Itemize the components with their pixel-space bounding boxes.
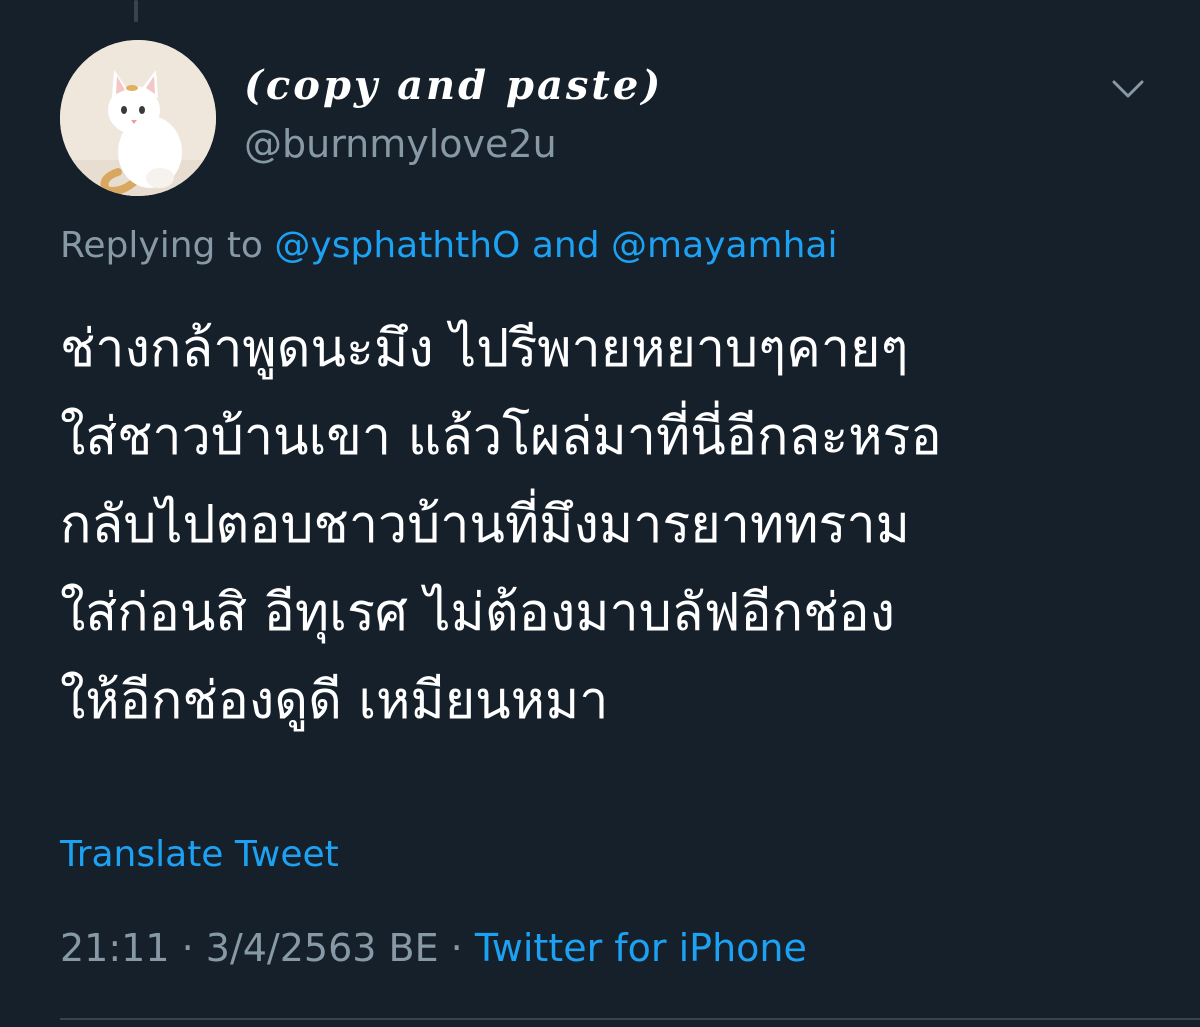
replying-conjunction: and: [520, 225, 612, 266]
tweet-metadata: 21:11 · 3/4/2563 BE · Twitter for iPhone: [60, 926, 807, 970]
replying-to: Replying to @ysphaththO and @mayamhai: [60, 225, 837, 266]
mention-link[interactable]: @mayamhai: [611, 225, 837, 266]
mention-link[interactable]: @ysphaththO: [274, 225, 520, 266]
tweet-source-link[interactable]: Twitter for iPhone: [475, 926, 807, 970]
translate-tweet-link[interactable]: Translate Tweet: [60, 834, 339, 875]
meta-separator: ·: [438, 926, 475, 970]
avatar[interactable]: [60, 40, 216, 196]
display-name[interactable]: (copy and paste): [244, 62, 663, 109]
thread-connector-line: [134, 0, 138, 22]
user-handle[interactable]: @burnmylove2u: [244, 122, 557, 166]
divider: [60, 1018, 1200, 1020]
tweet-text-line: ช่างกล้าพูดนะมึง ไปรีพายหยาบๆคายๆ: [60, 319, 909, 379]
tweet-date[interactable]: 3/4/2563 BE: [206, 926, 439, 970]
tweet-text-line: ให้อีกช่องดูดี เหมียนหมา: [60, 671, 609, 731]
tweet-time[interactable]: 21:11: [60, 926, 170, 970]
cat-avatar-icon: [60, 40, 216, 196]
tweet-text-line: ใส่ชาวบ้านเขา แล้วโผล่มาที่นี่อีกละหรอ: [60, 407, 942, 467]
chevron-down-icon: [1112, 80, 1144, 98]
tweet-text: ช่างกล้าพูดนะมึง ไปรีพายหยาบๆคายๆ ใส่ชาว…: [60, 305, 1150, 745]
meta-separator: ·: [169, 926, 206, 970]
tweet-text-line: ใส่ก่อนสิ อีทุเรศ ไม่ต้องมาบลัฟอีกช่อง: [60, 583, 896, 643]
tweet-menu-button[interactable]: [1108, 72, 1148, 104]
tweet-text-line: กลับไปตอบชาวบ้านที่มึงมารยาททราม: [60, 495, 910, 555]
tweet-detail: (copy and paste) @burnmylove2u Replying …: [0, 0, 1200, 1027]
replying-prefix: Replying to: [60, 225, 275, 266]
